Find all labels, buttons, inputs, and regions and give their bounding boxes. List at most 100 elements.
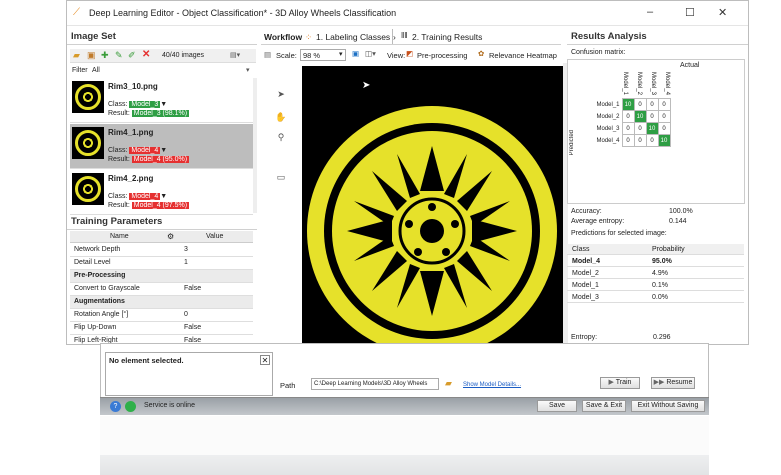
gear-icon[interactable]: ⚙ xyxy=(167,232,174,241)
maximize-button[interactable]: ☐ xyxy=(685,6,695,19)
matrix-cell[interactable]: 0 xyxy=(621,110,635,123)
help-icon[interactable]: ? xyxy=(110,401,121,412)
prediction-row: Model_1 0.1% xyxy=(567,280,744,291)
close-button[interactable]: ✕ xyxy=(718,6,727,19)
close-icon[interactable]: ✕ xyxy=(260,355,270,365)
dropdown-arrow-icon[interactable]: ▼ xyxy=(160,147,167,154)
matrix-cell[interactable]: 0 xyxy=(633,134,647,147)
exit-without-saving-button[interactable]: Exit Without Saving xyxy=(631,400,705,412)
dropdown-arrow-icon[interactable]: ▼ xyxy=(160,193,167,200)
train-label: Train xyxy=(615,379,632,386)
col-value: Value xyxy=(206,233,224,240)
image-filename: Rim4_2.png xyxy=(108,174,154,183)
resume-label: Resume xyxy=(666,379,693,386)
prediction-probability: 4.9% xyxy=(652,270,668,277)
matrix-col-header: Model_3 xyxy=(650,72,656,96)
param-row[interactable]: Flip Up-Down False xyxy=(70,322,253,335)
path-input[interactable]: C:\Deep Learning Models\3D Alloy Wheels xyxy=(311,378,439,390)
result-tag: Model_4 (95.0%) xyxy=(131,156,190,163)
save-exit-button[interactable]: Save & Exit xyxy=(582,400,626,412)
tab-training-results[interactable]: 2. Training Results xyxy=(412,32,482,42)
wheel-thumbnail xyxy=(72,81,104,113)
hand-tool-icon[interactable]: ✋ xyxy=(274,112,288,126)
image-list-scrollbar[interactable] xyxy=(253,78,257,213)
chevron-down-icon[interactable]: ▾ xyxy=(246,66,250,74)
matrix-cell[interactable]: 0 xyxy=(633,98,647,111)
predictions-header: Class Probability xyxy=(567,244,744,255)
window-title: Deep Learning Editor - Object Classifica… xyxy=(89,8,397,18)
delete-icon[interactable]: ✕ xyxy=(142,49,150,60)
image-canvas[interactable]: ➤ xyxy=(302,66,567,344)
actual-label: Actual xyxy=(680,62,700,69)
chevron-down-icon[interactable]: ▾ xyxy=(339,50,343,58)
matrix-cell[interactable]: 0 xyxy=(621,122,635,135)
class-tag[interactable]: Model_3 xyxy=(129,101,161,108)
matrix-cell[interactable]: 0 xyxy=(645,98,659,111)
edit-icon[interactable]: ✐ xyxy=(128,50,136,61)
confusion-label: Confusion matrix: xyxy=(571,49,626,56)
param-row[interactable]: Network Depth 3 xyxy=(70,244,253,257)
zoom-tool-icon[interactable]: ⚲ xyxy=(274,132,288,146)
view-label: View: xyxy=(387,51,406,60)
matrix-cell[interactable]: 10 xyxy=(645,122,659,135)
class-tag[interactable]: Model_4 xyxy=(129,147,161,154)
add-images-icon[interactable]: ▣ xyxy=(87,50,96,61)
tab-labeling[interactable]: 1. Labeling Classes xyxy=(316,32,390,42)
matrix-cell[interactable]: 0 xyxy=(633,122,647,135)
col-name: Name xyxy=(110,233,129,240)
matrix-cell[interactable]: 10 xyxy=(657,134,671,147)
status-bar: ? Service is online Save Save & Exit Exi… xyxy=(100,397,709,415)
filter-select[interactable]: All xyxy=(92,67,100,74)
train-button[interactable]: ▶ Train xyxy=(600,377,640,389)
heatmap-toggle[interactable]: Relevance Heatmap xyxy=(489,51,557,60)
matrix-row: Model_4 0 0 0 10 xyxy=(582,134,671,147)
class-tag[interactable]: Model_4 xyxy=(129,193,161,200)
matrix-cell[interactable]: 10 xyxy=(633,110,647,123)
matrix-col-header: Model_1 xyxy=(622,72,628,96)
open-folder-icon[interactable]: ▰ xyxy=(73,50,80,61)
label-icon[interactable]: ✎ xyxy=(115,50,123,61)
image-list-item[interactable]: Rim4_1.png Class: Model_4 ▼ Result: Model… xyxy=(70,124,253,169)
param-value: 3 xyxy=(184,246,188,253)
matrix-cell[interactable]: 0 xyxy=(657,98,671,111)
result-row: Result: Model_3 (98.1%) xyxy=(108,110,190,117)
matrix-cell[interactable]: 0 xyxy=(621,134,635,147)
rectangle-tool-icon[interactable]: ▭ xyxy=(274,172,288,186)
matrix-row-header: Model_2 xyxy=(596,113,620,120)
matrix-cell[interactable]: 0 xyxy=(657,110,671,123)
pointer-tool-icon[interactable]: ➤ xyxy=(274,89,288,103)
class-label: Class: xyxy=(108,101,128,108)
param-row[interactable]: Detail Level 1 xyxy=(70,257,253,270)
image-list-item[interactable]: Rim4_2.png Class: Model_4 ▼ Result: Model… xyxy=(70,170,253,215)
matrix-row-header: Model_3 xyxy=(596,125,620,132)
param-name: Convert to Grayscale xyxy=(74,285,140,292)
result-row: Result: Model_4 (97.5%) xyxy=(108,202,190,209)
matrix-cell[interactable]: 10 xyxy=(621,98,635,111)
matrix-cell[interactable]: 0 xyxy=(645,110,659,123)
results-header: Results Analysis xyxy=(567,29,748,45)
view-mode-icon[interactable]: ▤▾ xyxy=(230,51,240,59)
image-list-item[interactable]: Rim3_10.png Class: Model_3 ▼ Result: Mode… xyxy=(70,78,253,123)
class-row: Class: Model_3 ▼ xyxy=(108,101,167,108)
show-details-link[interactable]: Show Model Details... xyxy=(463,382,521,388)
minimize-button[interactable]: – xyxy=(647,6,653,18)
browse-folder-icon[interactable]: ▰ xyxy=(445,378,452,389)
result-tag: Model_3 (98.1%) xyxy=(131,110,190,117)
online-status-icon xyxy=(125,401,136,412)
reflection xyxy=(100,416,709,475)
matrix-cell[interactable]: 0 xyxy=(657,122,671,135)
resume-button[interactable]: ▶▶ Resume xyxy=(651,377,695,389)
zoom-menu-icon[interactable]: ◫▾ xyxy=(365,49,376,58)
wheel-thumbnail xyxy=(72,173,104,205)
param-row[interactable]: Rotation Angle [°] 0 xyxy=(70,309,253,322)
image-set-header: Image Set xyxy=(67,29,257,45)
entropy-label: Average entropy: xyxy=(571,218,625,225)
param-row[interactable]: Convert to Grayscale False xyxy=(70,283,253,296)
preprocessing-toggle[interactable]: Pre-processing xyxy=(417,51,467,60)
save-button[interactable]: Save xyxy=(537,400,577,412)
zoom-fit-icon[interactable]: ▣ xyxy=(352,49,359,58)
image-icon: ▤ xyxy=(264,50,272,59)
add-icon[interactable]: ✚ xyxy=(101,50,109,61)
dropdown-arrow-icon[interactable]: ▼ xyxy=(160,101,167,108)
matrix-cell[interactable]: 0 xyxy=(645,134,659,147)
